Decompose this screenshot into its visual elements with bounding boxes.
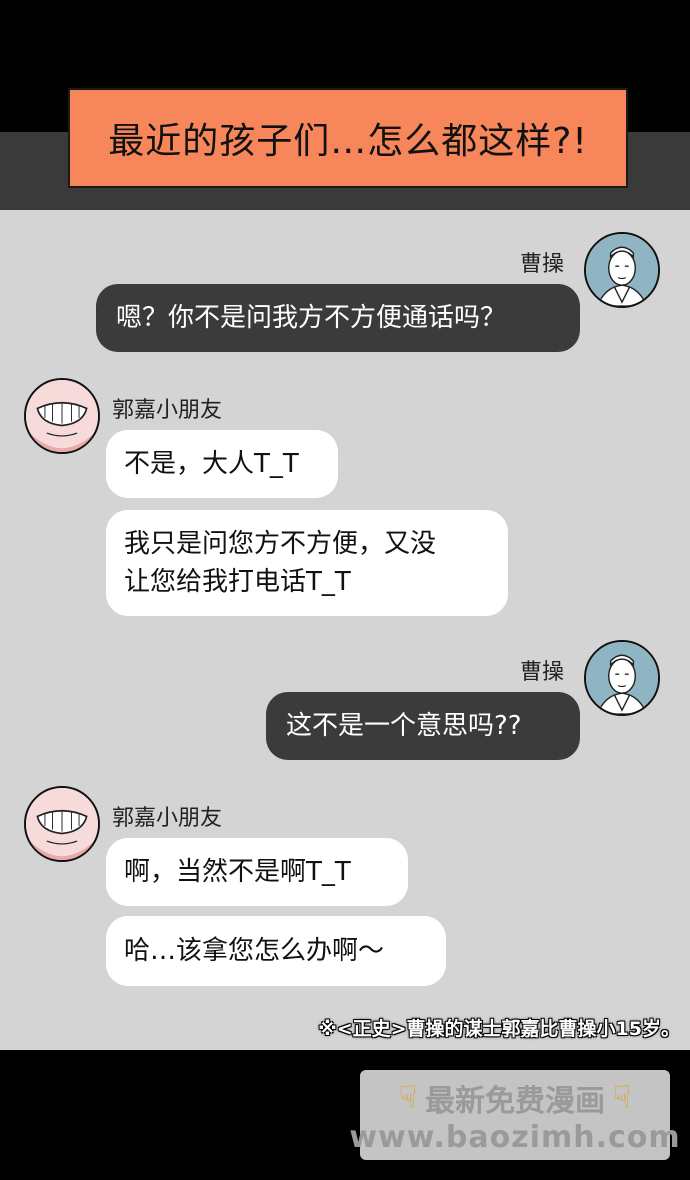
guo-jia-avatar (24, 786, 100, 862)
sender-name: 郭嘉小朋友 (112, 806, 223, 831)
chat-bubble: 嗯？你不是问我方不方便通话吗？ (96, 284, 580, 352)
pointing-down-hand-icon: ☟ (613, 1080, 632, 1115)
page-title: 最近的孩子们…怎么都这样?! (68, 88, 628, 188)
sender-name: 曹操 (520, 660, 565, 685)
sender-name: 曹操 (520, 252, 565, 277)
watermark[interactable]: ☟ 最新免费漫画 ☟ www.baozimh.com (349, 1070, 680, 1160)
chat-bubble: 我只是问您方不方便，又没 让您给我打电话T_T (106, 510, 508, 616)
chat-bubble: 这不是一个意思吗?? (266, 692, 580, 760)
sender-name: 郭嘉小朋友 (112, 398, 223, 423)
footnote: ※<正史>曹操的谋士郭嘉比曹操小15岁。 (318, 1018, 680, 1040)
pointing-down-hand-icon: ☟ (398, 1080, 417, 1115)
chat-bubble: 啊，当然不是啊T_T (106, 838, 408, 906)
guo-jia-avatar (24, 378, 100, 454)
chat-bubble: 哈…该拿您怎么办啊～ (106, 916, 446, 986)
cao-cao-avatar (584, 640, 660, 716)
watermark-url[interactable]: www.baozimh.com (349, 1120, 680, 1155)
chat-bubble: 不是，大人T_T (106, 430, 338, 498)
cao-cao-avatar (584, 232, 660, 308)
watermark-title: 最新免费漫画 (425, 1083, 605, 1119)
